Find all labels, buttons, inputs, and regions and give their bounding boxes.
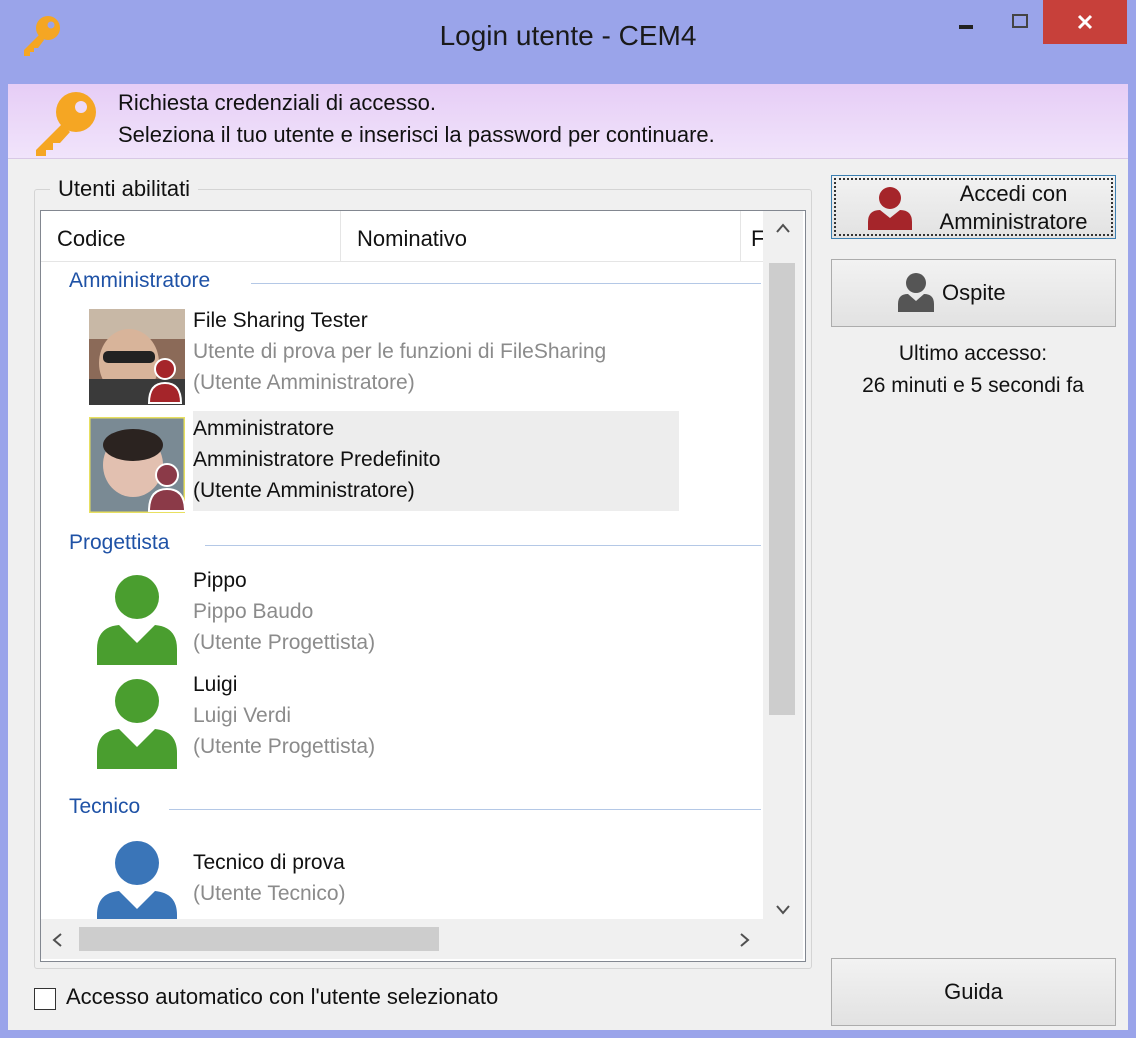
list-item-text: Luigi Luigi Verdi (Utente Progettista) xyxy=(193,667,679,767)
column-header-code[interactable]: Codice xyxy=(41,211,341,261)
list-item[interactable]: Pippo Pippo Baudo (Utente Progettista) xyxy=(89,563,681,667)
admin-user-icon xyxy=(868,187,912,230)
scrollbar-corner xyxy=(763,919,803,959)
user-role: (Utente Amministratore) xyxy=(193,479,415,502)
scroll-up-icon[interactable] xyxy=(775,217,791,240)
last-access-value: 26 minuti e 5 secondi fa xyxy=(862,374,1084,397)
users-groupbox-label: Utenti abilitati xyxy=(50,176,199,202)
login-button[interactable]: Accedi con Amministratore xyxy=(831,175,1116,239)
list-item[interactable]: Luigi Luigi Verdi (Utente Progettista) xyxy=(89,667,681,771)
user-code: Tecnico di prova xyxy=(193,851,345,874)
maximize-button[interactable] xyxy=(994,0,1046,44)
column-header-third[interactable]: F xyxy=(741,211,764,261)
close-button[interactable] xyxy=(1043,0,1127,44)
login-button-label: Accedi con Amministratore xyxy=(922,180,1105,236)
group-header-progettista: Progettista xyxy=(69,531,170,554)
login-button-line1: Accedi con xyxy=(959,181,1068,206)
user-role: (Utente Progettista) xyxy=(193,631,376,654)
info-banner: Richiesta credenziali di accesso. Selezi… xyxy=(8,84,1128,159)
user-blue-icon xyxy=(97,841,177,931)
title-bar[interactable]: Login utente - CEM4 xyxy=(0,0,1136,86)
user-green-icon xyxy=(97,679,177,769)
auto-login-checkbox[interactable] xyxy=(34,988,56,1010)
user-role: (Utente Tecnico) xyxy=(193,882,346,905)
guest-user-icon xyxy=(898,273,934,312)
user-code: Pippo xyxy=(193,569,247,592)
vertical-scrollbar[interactable] xyxy=(763,211,803,919)
minimize-button[interactable] xyxy=(940,0,992,44)
guest-button[interactable]: Ospite xyxy=(831,259,1116,327)
close-icon xyxy=(1077,14,1093,30)
group-divider xyxy=(251,283,761,284)
user-photo-avatar xyxy=(89,309,185,405)
user-photo-avatar xyxy=(89,417,185,513)
dialog-body: Richiesta credenziali di accesso. Selezi… xyxy=(8,84,1128,1030)
list-item[interactable]: Tecnico di prova (Utente Tecnico) xyxy=(89,829,681,933)
banner-title: Richiesta credenziali di accesso. xyxy=(118,90,436,115)
user-description: Utente di prova per le funzioni di FileS… xyxy=(193,340,607,363)
auto-login-label[interactable]: Accesso automatico con l'utente selezion… xyxy=(66,984,498,1010)
user-description: Pippo Baudo xyxy=(193,600,314,623)
group-divider xyxy=(205,545,761,546)
minimize-icon xyxy=(959,25,973,29)
maximize-icon xyxy=(1012,14,1028,28)
help-button-label: Guida xyxy=(944,979,1003,1004)
user-role: (Utente Progettista) xyxy=(193,735,376,758)
login-button-line2: Amministratore xyxy=(939,209,1088,234)
user-role: (Utente Amministratore) xyxy=(193,371,415,394)
help-button[interactable]: Guida xyxy=(831,958,1116,1026)
banner-subtitle: Seleziona il tuo utente e inserisci la p… xyxy=(118,122,715,147)
users-list[interactable]: Codice Nominativo F Amministratore File … xyxy=(40,210,806,962)
user-green-icon xyxy=(97,575,177,665)
vertical-scroll-thumb[interactable] xyxy=(769,263,795,715)
scroll-right-icon[interactable] xyxy=(739,931,751,954)
last-access-label: Ultimo accesso: xyxy=(898,342,1048,365)
guest-button-label: Ospite xyxy=(942,280,1006,305)
list-item-text: Pippo Pippo Baudo (Utente Progettista) xyxy=(193,563,679,663)
list-item-selected[interactable]: Amministratore Amministratore Predefinit… xyxy=(89,411,681,515)
horizontal-scroll-thumb[interactable] xyxy=(79,927,439,951)
group-header-amministratore: Amministratore xyxy=(69,269,211,292)
key-icon xyxy=(36,92,96,156)
scroll-left-icon[interactable] xyxy=(51,931,63,954)
list-item-text: Amministratore Amministratore Predefinit… xyxy=(193,411,679,511)
horizontal-scrollbar[interactable] xyxy=(41,919,763,959)
list-item[interactable]: File Sharing Tester Utente di prova per … xyxy=(89,303,681,407)
user-code: File Sharing Tester xyxy=(193,309,368,332)
group-divider xyxy=(169,809,761,810)
login-window: Login utente - CEM4 Richiesta credenzial… xyxy=(0,0,1136,1038)
list-item-text: File Sharing Tester Utente di prova per … xyxy=(193,303,679,403)
user-code: Luigi xyxy=(193,673,238,696)
list-item-text: Tecnico di prova (Utente Tecnico) xyxy=(193,829,679,929)
group-header-tecnico: Tecnico xyxy=(69,795,141,818)
user-description: Amministratore Predefinito xyxy=(193,448,441,471)
user-description: Luigi Verdi xyxy=(193,704,292,727)
column-header-row: Codice Nominativo F xyxy=(41,211,764,262)
user-code: Amministratore xyxy=(193,417,335,440)
column-header-name[interactable]: Nominativo xyxy=(341,211,741,261)
